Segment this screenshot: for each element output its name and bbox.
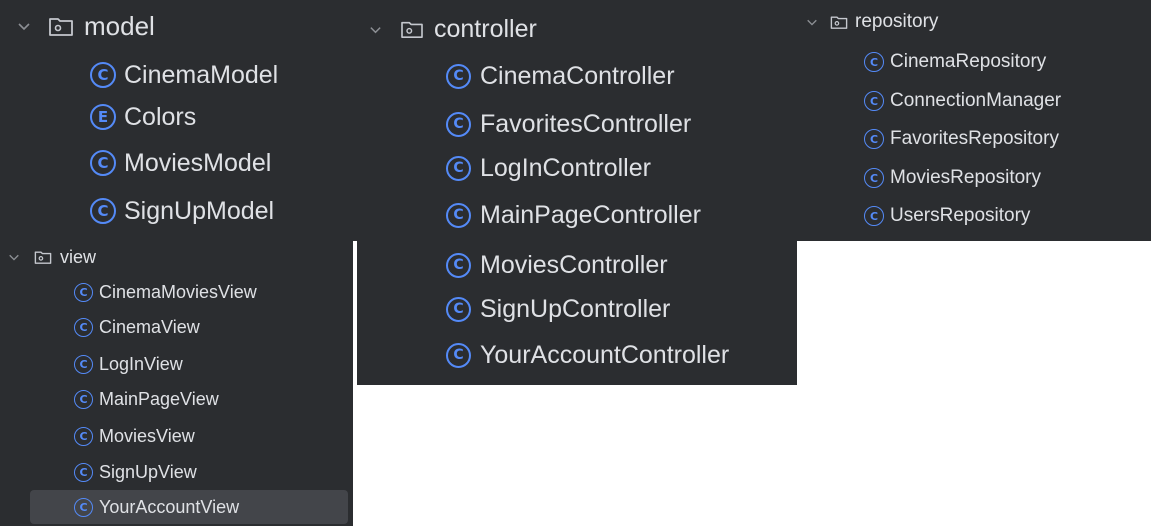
class-icon: C — [864, 91, 884, 111]
class-label: SignUpView — [99, 461, 197, 482]
class-item-selected[interactable]: C YourAccountView — [74, 493, 239, 521]
class-icon: C — [864, 168, 884, 188]
class-icon: C — [74, 282, 93, 302]
folder-repository[interactable]: repository — [804, 8, 938, 36]
class-icon: C — [446, 342, 471, 368]
class-item[interactable]: C MainPageView — [74, 385, 219, 413]
class-label: CinemaController — [480, 61, 675, 90]
class-label: CinemaRepository — [890, 51, 1047, 72]
folder-controller[interactable]: controller — [366, 12, 537, 46]
class-item[interactable]: C CinemaRepository — [864, 47, 1046, 77]
class-item[interactable]: C CinemaMoviesView — [74, 278, 257, 306]
class-label: YourAccountView — [99, 496, 240, 517]
class-item[interactable]: C ConnectionManager — [864, 86, 1061, 116]
class-item[interactable]: C MoviesRepository — [864, 163, 1041, 193]
class-item[interactable]: C SignUpModel — [90, 191, 274, 231]
class-label: SignUpController — [480, 294, 671, 323]
package-folder-icon — [400, 19, 424, 39]
class-label: YourAccountController — [480, 340, 730, 369]
class-item[interactable]: C MoviesView — [74, 422, 195, 450]
class-icon: C — [446, 252, 471, 278]
enum-item[interactable]: E Colors — [90, 97, 196, 137]
package-folder-icon — [830, 14, 848, 30]
class-icon: C — [864, 52, 884, 72]
class-label: ConnectionManager — [890, 90, 1062, 111]
enum-icon: E — [90, 104, 116, 130]
chevron-down-icon[interactable] — [804, 16, 820, 28]
package-folder-icon — [34, 249, 52, 265]
class-icon: C — [90, 198, 116, 224]
class-label: LogInView — [99, 353, 183, 374]
class-item[interactable]: C YourAccountController — [446, 336, 729, 374]
class-item[interactable]: C UsersRepository — [864, 201, 1030, 231]
class-label: MoviesModel — [124, 148, 272, 177]
class-label: MoviesController — [480, 250, 668, 279]
class-label: CinemaModel — [124, 60, 279, 89]
class-item[interactable]: C MoviesModel — [90, 143, 271, 183]
class-item[interactable]: C FavoritesRepository — [864, 124, 1059, 154]
class-item[interactable]: C CinemaView — [74, 313, 200, 341]
class-item[interactable]: C FavoritesController — [446, 105, 691, 143]
class-label: MainPageView — [99, 388, 219, 409]
class-item[interactable]: C MoviesController — [446, 246, 668, 284]
class-label: CinemaMoviesView — [99, 281, 257, 302]
class-label: MainPageController — [480, 200, 701, 229]
class-icon: C — [864, 129, 884, 149]
folder-label: view — [60, 246, 97, 267]
class-label: FavoritesController — [480, 109, 692, 138]
class-item[interactable]: C SignUpController — [446, 290, 670, 328]
class-icon: C — [90, 150, 116, 176]
class-icon: C — [74, 426, 93, 446]
class-label: LogInController — [480, 153, 651, 182]
class-label: MoviesRepository — [890, 167, 1041, 188]
class-label: FavoritesRepository — [890, 128, 1059, 149]
class-icon: C — [446, 111, 471, 137]
chevron-down-icon[interactable] — [6, 251, 22, 263]
class-item[interactable]: C LogInController — [446, 149, 651, 187]
class-item[interactable]: C LogInView — [74, 350, 183, 378]
folder-view[interactable]: view — [6, 244, 96, 270]
class-label: UsersRepository — [890, 205, 1031, 226]
class-label: SignUpModel — [124, 196, 275, 225]
class-icon: C — [446, 202, 471, 228]
chevron-down-icon[interactable] — [366, 23, 384, 36]
folder-label: controller — [434, 14, 537, 43]
class-item[interactable]: C MainPageController — [446, 196, 701, 234]
class-label: Colors — [124, 102, 197, 131]
class-item[interactable]: C SignUpView — [74, 458, 197, 486]
class-icon: C — [446, 155, 471, 181]
class-icon: C — [446, 296, 471, 322]
class-icon: C — [446, 63, 471, 89]
class-item[interactable]: C CinemaController — [446, 57, 675, 95]
class-icon: C — [74, 462, 93, 482]
class-item[interactable]: C CinemaModel — [90, 55, 278, 95]
class-icon: C — [74, 317, 93, 337]
class-icon: C — [74, 389, 93, 409]
class-icon: C — [74, 354, 93, 374]
class-label: MoviesView — [99, 425, 195, 446]
package-folder-icon — [48, 15, 74, 37]
folder-model[interactable]: model — [14, 8, 155, 44]
folder-label: repository — [855, 11, 939, 32]
class-label: CinemaView — [99, 316, 200, 337]
class-icon: C — [864, 206, 884, 226]
chevron-down-icon[interactable] — [14, 19, 34, 33]
folder-label: model — [84, 10, 155, 41]
class-icon: C — [74, 497, 93, 517]
class-icon: C — [90, 62, 116, 88]
